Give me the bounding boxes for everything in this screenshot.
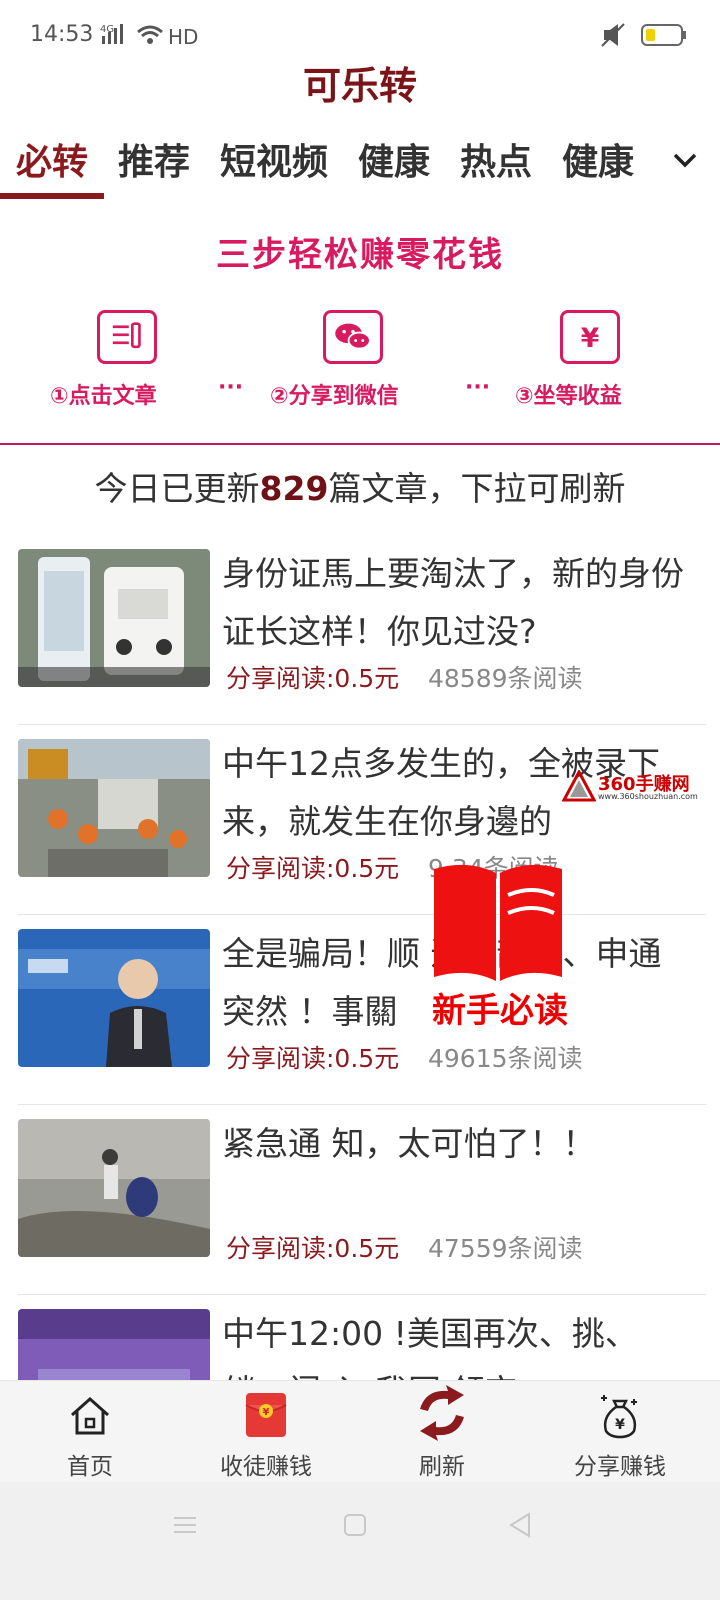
news-title: 身份证馬上要淘汰了，新的身份证长这样！你见过没? xyxy=(222,554,684,651)
active-tab-indicator xyxy=(0,193,104,199)
newbie-guide-label: 新手必读 xyxy=(432,991,568,1031)
tab-recommend[interactable]: 推荐 xyxy=(118,133,190,185)
site-watermark: 360手赚网 www.360shouzhuan.com xyxy=(562,770,702,810)
step-3-label: ③坐等收益 xyxy=(515,384,622,409)
news-thumbnail xyxy=(18,549,210,687)
nav-share-label: 分享赚钱 xyxy=(574,1454,666,1480)
nav-refresh-label: 刷新 xyxy=(419,1454,465,1480)
news-read-count: 48589条阅读 xyxy=(428,664,583,693)
step-separator: ··· xyxy=(218,375,244,400)
step-separator: ··· xyxy=(465,375,491,400)
tab-short-video[interactable]: 短视频 xyxy=(220,133,328,185)
news-item[interactable]: 身份证馬上要淘汰了，新的身份证长这样！你见过没? 分享阅读:0.5元 48589… xyxy=(18,535,706,725)
nav-home-label: 首页 xyxy=(67,1454,113,1480)
update-prefix: 今日已更新 xyxy=(94,469,260,508)
update-count: 829 xyxy=(259,469,329,508)
signal-icon: 4G HD xyxy=(100,24,198,49)
news-title: 紧急通 知，太可怕了！！ xyxy=(222,1124,596,1163)
step-1-label: ①点击文章 xyxy=(50,384,157,409)
news-reward: 分享阅读:0.5元 xyxy=(226,664,400,693)
news-item[interactable]: 全是骗局！顺 通、韻达、申通突然 ！事關 分享阅读:0.5元 49615条阅读 xyxy=(18,915,706,1105)
svg-text:¥: ¥ xyxy=(615,1417,625,1433)
tab-hot[interactable]: 热点 xyxy=(460,133,532,185)
newbie-guide-badge[interactable]: 新手必读 xyxy=(420,855,580,1031)
news-read-count: 47559条阅读 xyxy=(428,1234,583,1263)
svg-text:¥: ¥ xyxy=(263,1407,270,1418)
nav-recruit-label: 收徒赚钱 xyxy=(220,1454,312,1480)
tab-health[interactable]: 健康 xyxy=(358,133,430,185)
app-title: 可乐转 xyxy=(302,64,417,108)
chevron-down-icon[interactable] xyxy=(670,145,700,175)
menu-icon[interactable] xyxy=(170,1510,200,1540)
bottom-nav: 首页 ¥ 收徒赚钱 刷新 ¥ 分享赚钱 xyxy=(0,1380,720,1482)
step-2-label: ②分享到微信 xyxy=(270,384,399,409)
article-icon xyxy=(97,310,157,364)
home-button-icon[interactable] xyxy=(340,1510,370,1540)
nav-home[interactable]: 首页 xyxy=(0,1381,180,1483)
tab-health-2[interactable]: 健康 xyxy=(562,133,634,185)
tab-bizhuan[interactable]: 必转 xyxy=(16,133,88,185)
news-read-count: 49615条阅读 xyxy=(428,1044,583,1073)
money-bag-icon: ¥ xyxy=(601,1395,637,1439)
watermark-url: www.360shouzhuan.com xyxy=(598,792,698,801)
refresh-icon xyxy=(420,1385,464,1441)
nav-share[interactable]: ¥ 分享赚钱 xyxy=(530,1381,710,1483)
yuan-icon: ¥ xyxy=(560,310,620,364)
news-item[interactable]: 紧急通 知，太可怕了！！ 分享阅读:0.5元 47559条阅读 xyxy=(18,1105,706,1295)
news-reward: 分享阅读:0.5元 xyxy=(226,854,400,883)
red-envelope-icon: ¥ xyxy=(245,1393,287,1437)
news-item[interactable]: 中午12点多发生的，全被录下来，就发生在你身邊的 分享阅读:0.5元 9 34条… xyxy=(18,725,706,915)
steps-title: 三步轻松赚零花钱 xyxy=(216,235,504,275)
news-thumbnail xyxy=(18,929,210,1067)
status-time: 14:53 xyxy=(30,22,94,47)
news-thumbnail xyxy=(18,739,210,877)
svg-text:4G: 4G xyxy=(100,24,114,35)
nav-refresh[interactable]: 刷新 xyxy=(352,1381,532,1483)
back-icon[interactable] xyxy=(505,1510,535,1540)
home-icon xyxy=(71,1396,109,1435)
update-notice: 今日已更新829篇文章，下拉可刷新 xyxy=(0,462,720,510)
news-reward: 分享阅读:0.5元 xyxy=(226,1234,400,1263)
watermark-logo-icon xyxy=(562,770,596,802)
category-tabs: 必转 推荐 短视频 健康 热点 健康 xyxy=(0,125,720,205)
system-nav-bar xyxy=(0,1482,720,1600)
wifi-label: HD xyxy=(168,25,198,49)
battery-icon xyxy=(601,23,686,47)
app-screen: 14:53 4G HD 可乐转 必转 推荐 短视频 健康 热点 健康 三步轻松赚… xyxy=(0,0,720,1600)
update-suffix: 篇文章，下拉可刷新 xyxy=(328,469,626,508)
news-reward: 分享阅读:0.5元 xyxy=(226,1044,400,1073)
news-thumbnail xyxy=(18,1119,210,1257)
nav-recruit[interactable]: ¥ 收徒赚钱 xyxy=(176,1381,356,1483)
svg-text:¥: ¥ xyxy=(581,323,600,354)
wechat-icon xyxy=(323,310,383,364)
steps-banner[interactable]: 三步轻松赚零花钱 ¥ ①点击文章 ··· ②分享到微信 ··· ③坐等收益 xyxy=(0,215,720,445)
book-icon xyxy=(434,864,562,981)
